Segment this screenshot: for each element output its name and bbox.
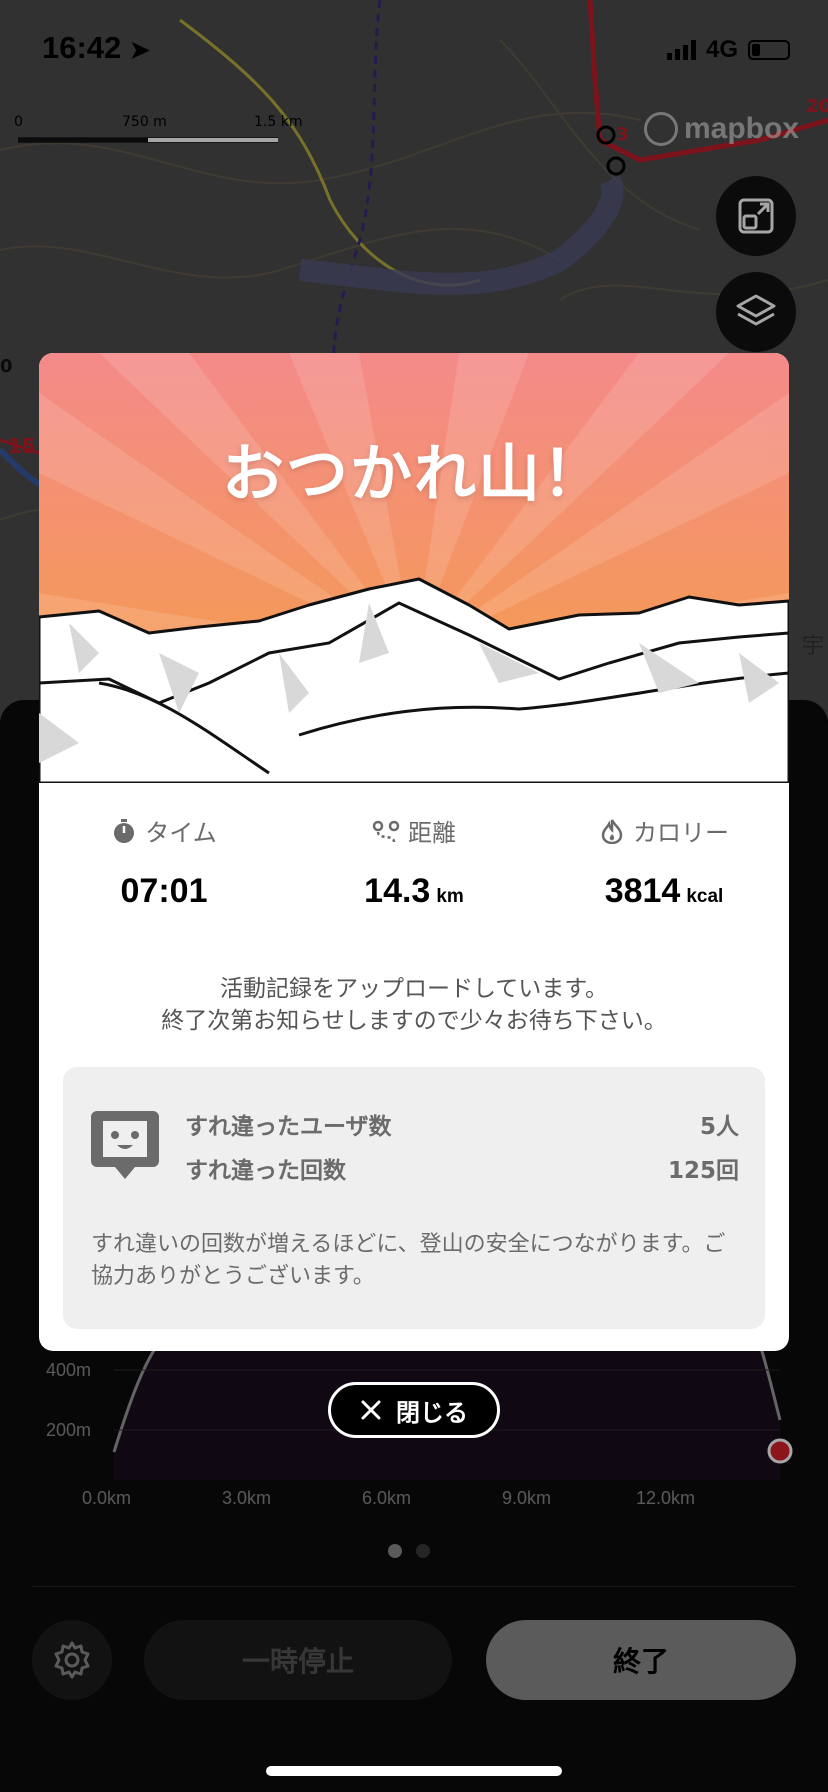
upload-message: 活動記録をアップロードしています。 終了次第お知らせしますので少々お待ち下さい。 xyxy=(39,973,789,1037)
modal-title: おつかれ山！ xyxy=(221,437,606,510)
stat-label: タイム xyxy=(145,819,217,847)
encounter-count-value: 125回 xyxy=(667,1158,739,1184)
route-icon xyxy=(372,820,400,842)
mountain-hero-illustration xyxy=(39,353,789,783)
close-button[interactable]: 閉じる xyxy=(328,1382,500,1438)
flame-icon xyxy=(601,818,623,844)
stat-unit: kcal xyxy=(686,886,724,907)
stat-time: タイム 07:01 xyxy=(39,813,289,911)
home-indicator[interactable] xyxy=(266,1766,562,1776)
stat-value: 07:01 xyxy=(120,872,208,910)
stat-distance: 距離 14.3 km xyxy=(289,813,539,911)
completion-modal: おつかれ山！ タイム 07:01 距離 14.3 km カロリー 3814 kc… xyxy=(39,353,789,1351)
stat-label: 距離 xyxy=(408,819,456,847)
upload-line: 終了次第お知らせしますので少々お待ち下さい。 xyxy=(161,1008,667,1034)
stopwatch-icon xyxy=(114,818,135,843)
upload-line: 活動記録をアップロードしています。 xyxy=(219,976,608,1002)
encounter-count-label: すれ違った回数 xyxy=(185,1158,346,1184)
encounter-note: すれ違いの回数が増えるほどに、登山の安全につながります。ご協力ありがとうございま… xyxy=(91,1232,726,1289)
close-label: 閉じる xyxy=(396,1398,468,1427)
stat-value: 3814 xyxy=(604,872,681,910)
encounter-users-label: すれ違ったユーザ数 xyxy=(185,1114,392,1140)
encounter-box: すれ違ったユーザ数 5人 すれ違った回数 125回 すれ違いの回数が増えるほどに… xyxy=(63,1067,765,1329)
encounter-face-icon xyxy=(91,1111,159,1179)
stat-calories: カロリー 3814 kcal xyxy=(539,813,789,911)
stat-value: 14.3 xyxy=(364,872,431,910)
stat-unit: km xyxy=(436,886,464,907)
encounter-users-value: 5人 xyxy=(699,1114,739,1140)
close-icon xyxy=(361,1400,381,1420)
stat-label: カロリー xyxy=(633,819,729,847)
